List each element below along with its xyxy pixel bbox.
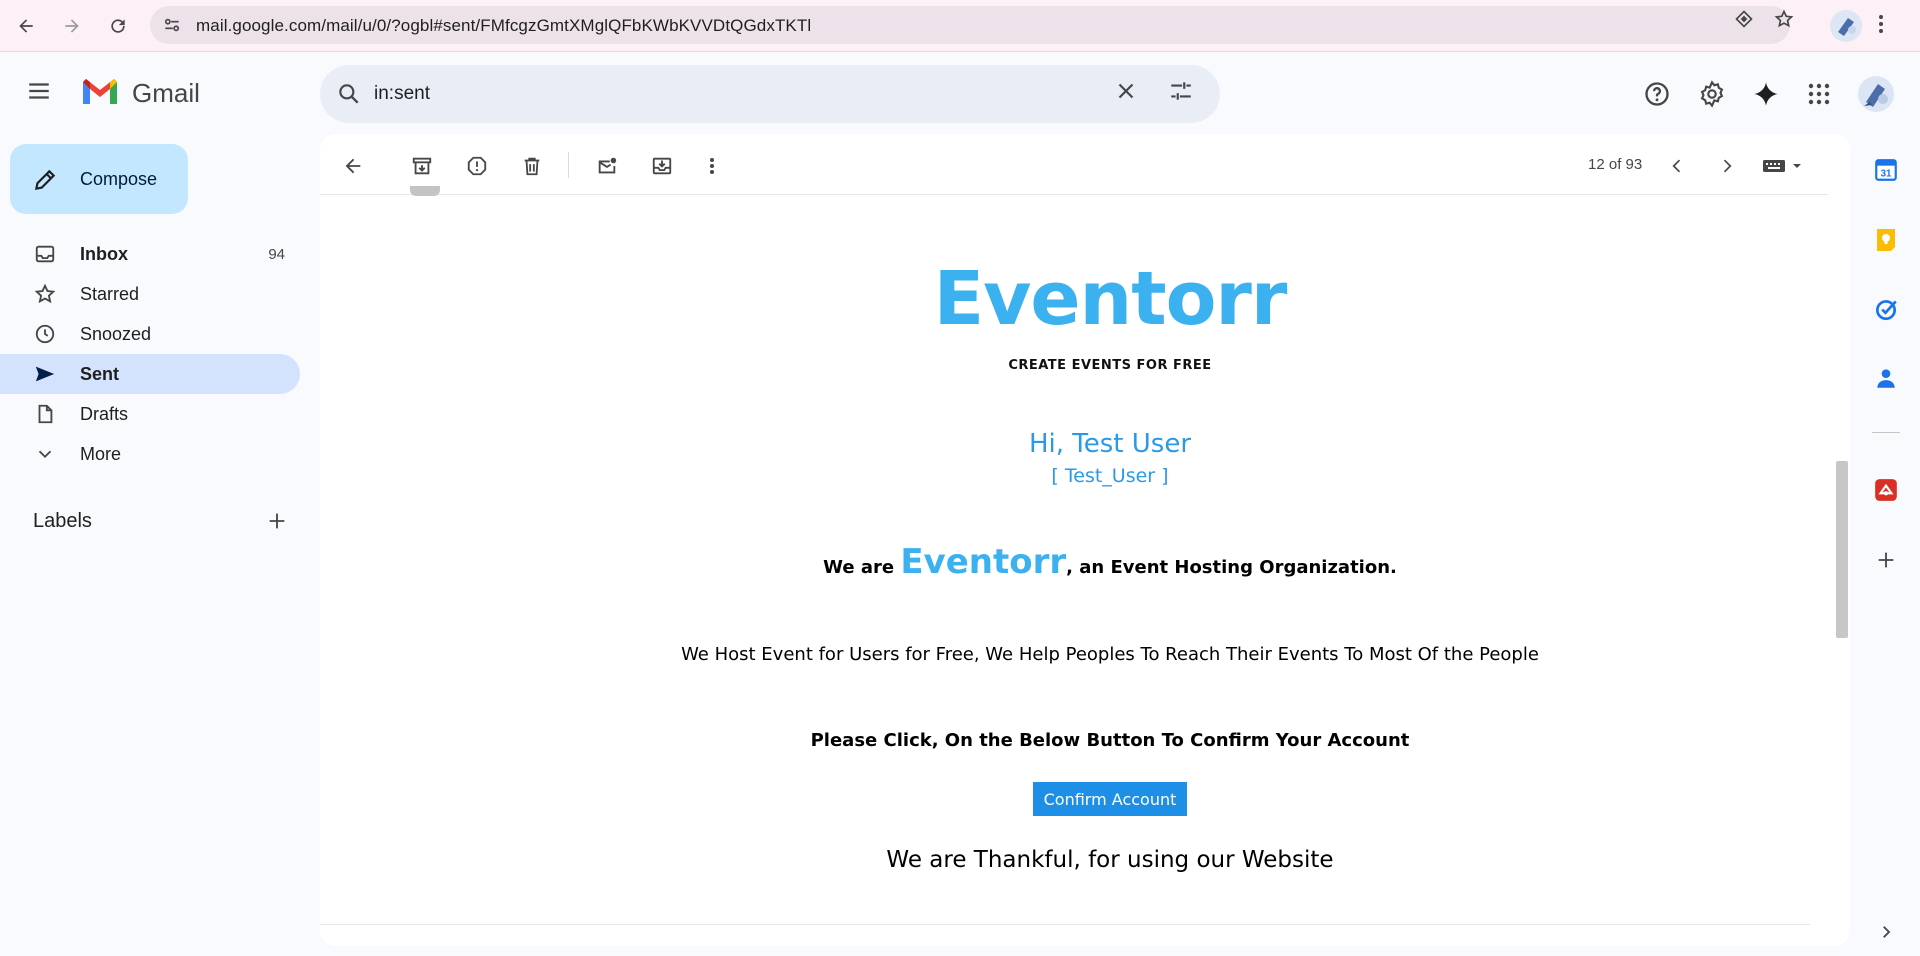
keyboard-input-icon[interactable]	[1760, 152, 1806, 180]
star-icon	[34, 283, 56, 310]
intro-brand: Eventorr	[900, 542, 1067, 582]
more-actions-icon[interactable]	[698, 152, 726, 180]
search-options-icon[interactable]	[1168, 78, 1194, 109]
confirm-account-button[interactable]: Confirm Account	[1033, 782, 1187, 816]
delete-trash-icon[interactable]	[518, 152, 546, 180]
nav-item-starred[interactable]: Starred	[0, 274, 300, 314]
help-icon[interactable]	[1641, 78, 1673, 110]
inbox-icon	[34, 243, 56, 270]
app-name[interactable]: Gmail	[132, 78, 200, 109]
intro-suffix: , an Event Hosting Organization.	[1066, 557, 1397, 578]
report-spam-icon[interactable]	[463, 152, 491, 180]
site-settings-icon[interactable]	[162, 15, 182, 40]
gemini-sparkle-icon[interactable]	[1750, 78, 1782, 110]
contacts-icon[interactable]	[1870, 362, 1902, 394]
clear-search-icon[interactable]	[1113, 78, 1139, 109]
browser-menu-icon[interactable]	[1878, 12, 1884, 41]
email-content: Eventorr CREATE EVENTS FOR FREE Hi, Test…	[320, 196, 1828, 926]
calendar-icon[interactable]: 31	[1870, 154, 1902, 186]
nav-label-drafts: Drafts	[80, 404, 129, 424]
draft-icon	[34, 403, 56, 430]
mark-unread-icon[interactable]	[593, 152, 621, 180]
nav-label-more: More	[80, 444, 122, 464]
scrollbar-thumb[interactable]	[1836, 461, 1848, 638]
nav-label-inbox: Inbox	[80, 244, 128, 264]
reload-icon	[111, 19, 125, 33]
move-to-icon[interactable]	[648, 152, 676, 180]
email-username: [ Test_User ]	[1051, 465, 1169, 487]
browser-toolbar: mail.google.com/mail/u/0/?ogbl#sent/FMfc…	[0, 0, 1920, 52]
email-greeting: Hi, Test User	[1028, 429, 1192, 459]
addon-icon[interactable]	[1870, 474, 1902, 506]
email-cta-text: Please Click, On the Below Button To Con…	[810, 730, 1410, 751]
nav-label-snoozed: Snoozed	[80, 324, 152, 344]
search-input[interactable]: in:sent	[374, 83, 430, 105]
nav-label-starred: Starred	[80, 284, 140, 304]
forward-button[interactable]	[54, 8, 90, 44]
nav-item-snoozed[interactable]: Snoozed	[0, 314, 300, 354]
tasks-icon[interactable]	[1870, 293, 1902, 325]
older-message-icon[interactable]	[1713, 152, 1741, 180]
add-label-icon[interactable]	[266, 510, 288, 537]
apps-grid-icon[interactable]	[1803, 78, 1835, 110]
compose-button[interactable]: Compose	[10, 144, 188, 214]
newer-message-icon[interactable]	[1663, 152, 1691, 180]
get-addons-plus-icon[interactable]	[1870, 544, 1902, 576]
nav-item-sent[interactable]: Sent	[0, 354, 300, 394]
message-pager-count: 12 of 93	[1588, 156, 1643, 173]
back-to-list-icon[interactable]	[339, 152, 367, 180]
toolbar-divider	[568, 152, 569, 178]
arrow-right-icon	[65, 19, 79, 33]
side-panel-divider	[1872, 432, 1900, 433]
arrow-left-icon	[19, 19, 33, 33]
archive-icon[interactable]	[408, 152, 436, 180]
collapsed-thread-indicator[interactable]	[410, 186, 440, 196]
email-tagline: CREATE EVENTS FOR FREE	[1008, 358, 1212, 373]
svg-text:31: 31	[1881, 169, 1892, 180]
expand-side-panel-icon[interactable]	[1870, 916, 1902, 948]
email-description: We Host Event for Users for Free, We Hel…	[681, 644, 1539, 665]
send-icon	[34, 363, 56, 390]
bookmark-star-icon[interactable]	[1774, 9, 1794, 34]
compose-label: Compose	[80, 169, 158, 189]
labels-heading: Labels	[33, 510, 92, 532]
inbox-count: 94	[268, 246, 285, 263]
nav-item-more[interactable]: More	[0, 434, 300, 474]
pencil-icon	[32, 167, 58, 198]
settings-gear-icon[interactable]	[1696, 78, 1728, 110]
search-icon[interactable]	[336, 81, 362, 112]
extension-icon[interactable]	[1734, 9, 1754, 34]
clock-icon	[34, 323, 56, 350]
nav-item-inbox[interactable]: Inbox 94	[0, 234, 300, 274]
email-bottom-border	[320, 924, 1810, 925]
nav-label-sent: Sent	[80, 364, 120, 384]
keep-icon[interactable]	[1870, 224, 1902, 256]
email-intro: We are Eventorr, an Event Hosting Organi…	[320, 542, 1900, 582]
reload-button[interactable]	[100, 8, 136, 44]
intro-prefix: We are	[823, 557, 901, 578]
gmail-logo[interactable]	[80, 76, 120, 113]
toolbar-bottom-border	[320, 194, 1828, 195]
back-button[interactable]	[8, 8, 44, 44]
main-menu-icon[interactable]	[26, 78, 52, 109]
email-thanks: We are Thankful, for using our Website	[886, 847, 1334, 873]
account-avatar[interactable]	[1858, 76, 1894, 112]
nav-item-drafts[interactable]: Drafts	[0, 394, 300, 434]
url-text[interactable]: mail.google.com/mail/u/0/?ogbl#sent/FMfc…	[196, 16, 811, 36]
address-bar[interactable]: mail.google.com/mail/u/0/?ogbl#sent/FMfc…	[150, 6, 1790, 44]
email-brand-title: Eventorr	[933, 256, 1288, 342]
chevron-down-icon	[34, 443, 56, 470]
search-bar[interactable]: in:sent	[320, 65, 1220, 123]
browser-profile-avatar[interactable]	[1830, 10, 1862, 42]
